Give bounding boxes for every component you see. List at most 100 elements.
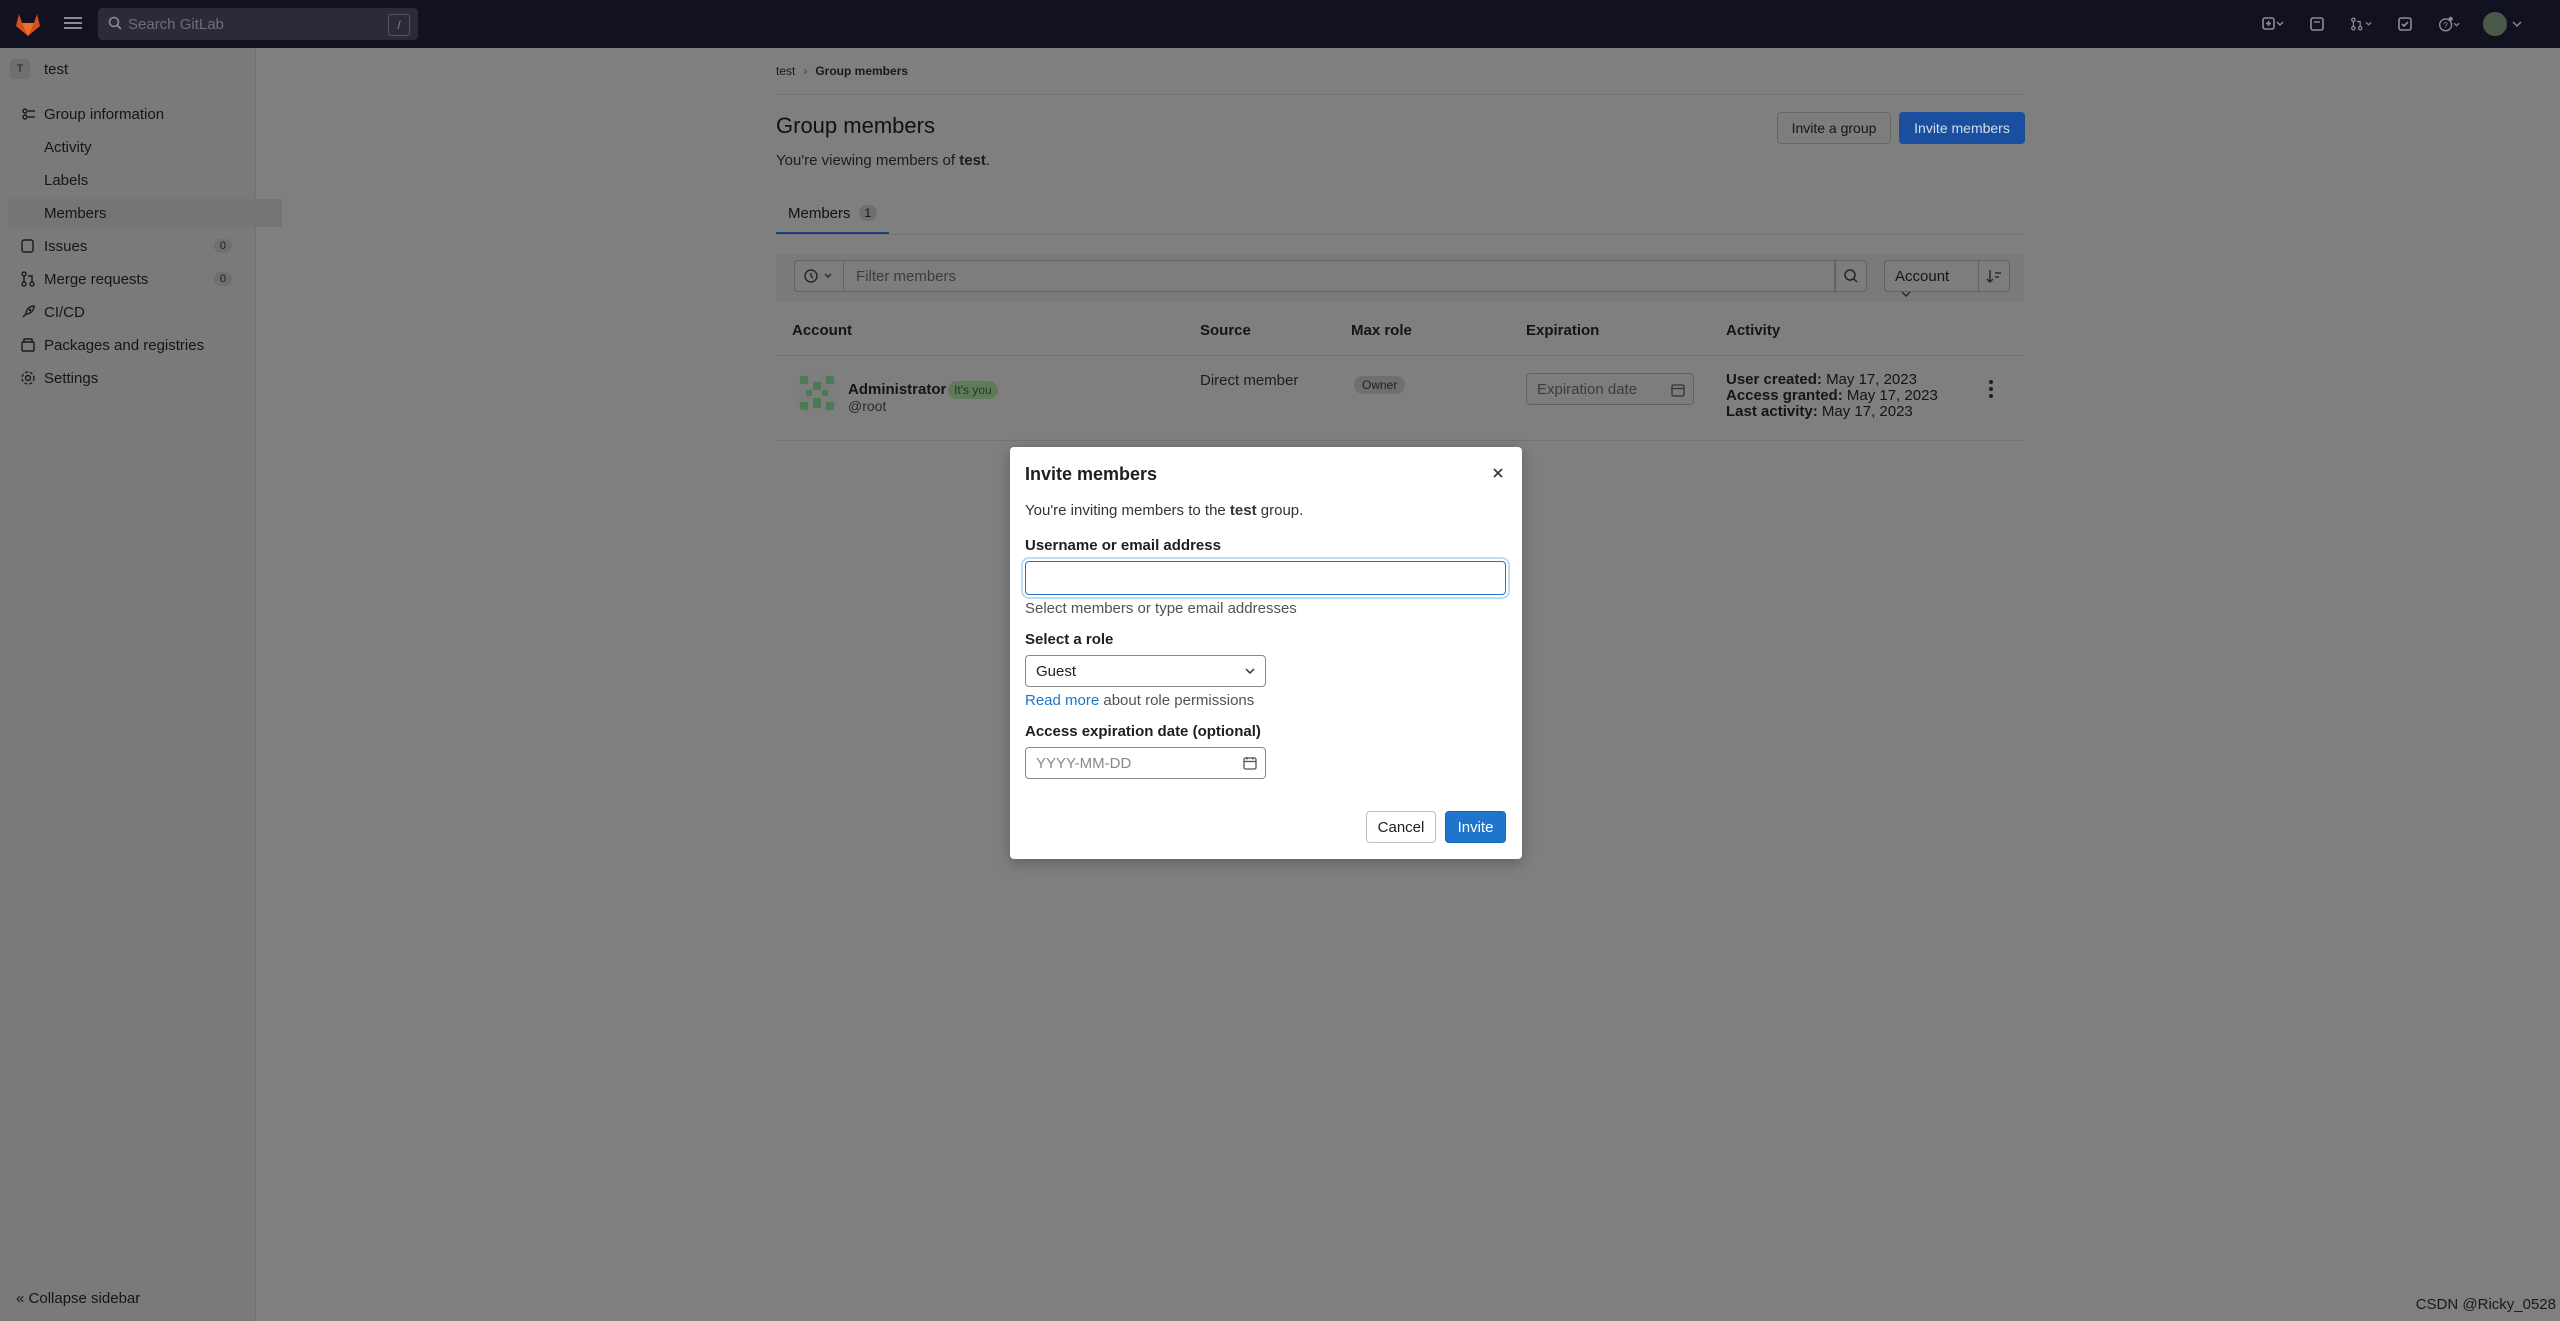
- breadcrumb-current: Group members: [815, 64, 909, 78]
- sidebar-item-members[interactable]: Members: [8, 199, 282, 227]
- top-bar: Search GitLab / ?: [0, 0, 2560, 48]
- expiration-date-input[interactable]: Expiration date: [1526, 373, 1694, 405]
- search-icon: [1844, 269, 1858, 283]
- subtitle-group: test: [959, 152, 986, 169]
- expiration-placeholder: Expiration date: [1537, 381, 1638, 398]
- column-header-activity: Activity: [1726, 322, 1781, 339]
- role-help-suffix: about role permissions: [1099, 692, 1255, 709]
- sidebar-item-label: Labels: [44, 171, 89, 189]
- group-avatar: T: [10, 59, 30, 79]
- sidebar-item-issues[interactable]: Issues 0: [0, 232, 250, 260]
- sidebar-item-merge-requests[interactable]: Merge requests 0: [0, 265, 250, 293]
- username-label: Username or email address: [1025, 537, 1221, 554]
- sidebar-item-labels[interactable]: Labels: [0, 166, 294, 194]
- tab-members[interactable]: Members 1: [776, 194, 890, 234]
- member-name[interactable]: Administrator: [848, 381, 946, 398]
- cancel-button[interactable]: Cancel: [1366, 811, 1436, 843]
- merge-request-icon[interactable]: [2350, 13, 2372, 35]
- username-help-text: Select members or type email addresses: [1025, 600, 1297, 617]
- expiration-date-input[interactable]: YYYY-MM-DD: [1025, 747, 1266, 779]
- column-header-source: Source: [1200, 322, 1251, 339]
- calendar-icon[interactable]: [1243, 756, 1257, 770]
- intro-suffix: group.: [1256, 502, 1304, 519]
- search-placeholder: Search GitLab: [128, 16, 224, 33]
- avatar[interactable]: [794, 370, 840, 416]
- activity-label: User created:: [1726, 371, 1822, 388]
- sidebar-item-ci-cd[interactable]: CI/CD: [0, 298, 250, 326]
- sidebar-item-activity[interactable]: Activity: [0, 133, 294, 161]
- modal-intro: You're inviting members to the test grou…: [1025, 502, 1303, 519]
- rocket-icon: [22, 305, 35, 318]
- recent-searches-dropdown[interactable]: [794, 260, 844, 292]
- more-actions-icon[interactable]: [1988, 380, 1994, 400]
- page-subtitle: You're viewing members of test.: [776, 152, 990, 169]
- sort-direction-button[interactable]: [1978, 260, 2010, 292]
- sidebar-item-label: Packages and registries: [44, 336, 205, 354]
- member-source: Direct member: [1200, 372, 1299, 389]
- help-icon[interactable]: ?: [2438, 13, 2460, 35]
- group-info-icon: [22, 108, 35, 120]
- search-bar[interactable]: Search GitLab /: [98, 8, 418, 40]
- column-header-max-role: Max role: [1351, 322, 1412, 339]
- filter-members-input[interactable]: Filter members: [843, 260, 1835, 292]
- activity-line: User created: May 17, 2023: [1726, 372, 1938, 388]
- gitlab-logo-icon[interactable]: [14, 11, 42, 37]
- member-username: @root: [848, 398, 887, 414]
- invite-button[interactable]: Invite: [1445, 811, 1506, 843]
- user-menu[interactable]: [2482, 12, 2522, 36]
- tab-count-badge: 1: [858, 205, 878, 221]
- role-help-text: Read more about role permissions: [1025, 692, 1254, 709]
- activity-line: Last activity: May 17, 2023: [1726, 404, 1938, 420]
- sidebar-item-packages[interactable]: Packages and registries: [0, 331, 250, 359]
- activity-label: Last activity:: [1726, 403, 1818, 420]
- activity-value: May 17, 2023: [1821, 403, 1913, 420]
- member-activity: User created: May 17, 2023 Access grante…: [1726, 372, 1938, 420]
- sidebar-item-label: Merge requests: [44, 270, 149, 288]
- role-label: Select a role: [1025, 631, 1114, 648]
- watermark: CSDN @Ricky_0528: [2415, 1296, 2556, 1313]
- intro-group: test: [1229, 502, 1257, 519]
- sidebar-item-group-information[interactable]: Group information: [0, 100, 250, 128]
- filter-search-button[interactable]: [1835, 260, 1867, 292]
- sort-field-label: Account: [1895, 268, 1950, 285]
- merge-requests-count-badge: 0: [213, 272, 232, 286]
- avatar-icon: [2482, 12, 2507, 36]
- activity-label: Access granted:: [1726, 387, 1843, 404]
- menu-icon[interactable]: [64, 14, 82, 32]
- issues-count-badge: 0: [213, 239, 232, 253]
- invite-group-button[interactable]: Invite a group: [1777, 112, 1891, 144]
- tab-label: Members: [788, 204, 851, 222]
- collapse-sidebar-button[interactable]: « Collapse sidebar: [16, 1290, 140, 1307]
- breadcrumb-root[interactable]: test: [776, 64, 795, 78]
- column-header-expiration: Expiration: [1526, 322, 1600, 339]
- invite-members-button[interactable]: Invite members: [1899, 112, 2025, 144]
- chevron-double-left-icon: «: [16, 1290, 25, 1307]
- read-more-link[interactable]: Read more: [1025, 692, 1099, 709]
- sort-lowest-icon: [1986, 270, 2001, 283]
- todo-icon[interactable]: [2394, 13, 2416, 35]
- merge-request-icon: [21, 271, 35, 287]
- search-icon: [108, 16, 122, 30]
- subtitle-suffix: .: [985, 152, 991, 169]
- sidebar-group-header[interactable]: T test: [10, 58, 68, 80]
- sidebar-item-label: Group information: [44, 105, 165, 123]
- top-bar-actions: ?: [2262, 12, 2522, 36]
- calendar-icon: [1671, 384, 1685, 397]
- activity-value: May 17, 2023: [1826, 371, 1917, 388]
- chevron-down-icon: [1901, 291, 1911, 297]
- create-new-icon[interactable]: [2262, 13, 2284, 35]
- date-placeholder: YYYY-MM-DD: [1036, 755, 1132, 772]
- divider: [776, 234, 2024, 235]
- issues-icon[interactable]: [2306, 13, 2328, 35]
- package-icon: [21, 338, 35, 352]
- activity-value: May 17, 2023: [1846, 387, 1938, 404]
- group-name: test: [44, 60, 69, 78]
- issues-icon: [21, 239, 34, 253]
- sidebar-item-settings[interactable]: Settings: [0, 364, 250, 392]
- close-icon[interactable]: [1490, 465, 1506, 481]
- role-select[interactable]: Guest: [1025, 655, 1266, 687]
- divider: [776, 94, 2024, 95]
- role-badge: Owner: [1354, 376, 1406, 394]
- username-input[interactable]: [1025, 561, 1506, 595]
- sort-field-dropdown[interactable]: Account: [1884, 260, 1979, 297]
